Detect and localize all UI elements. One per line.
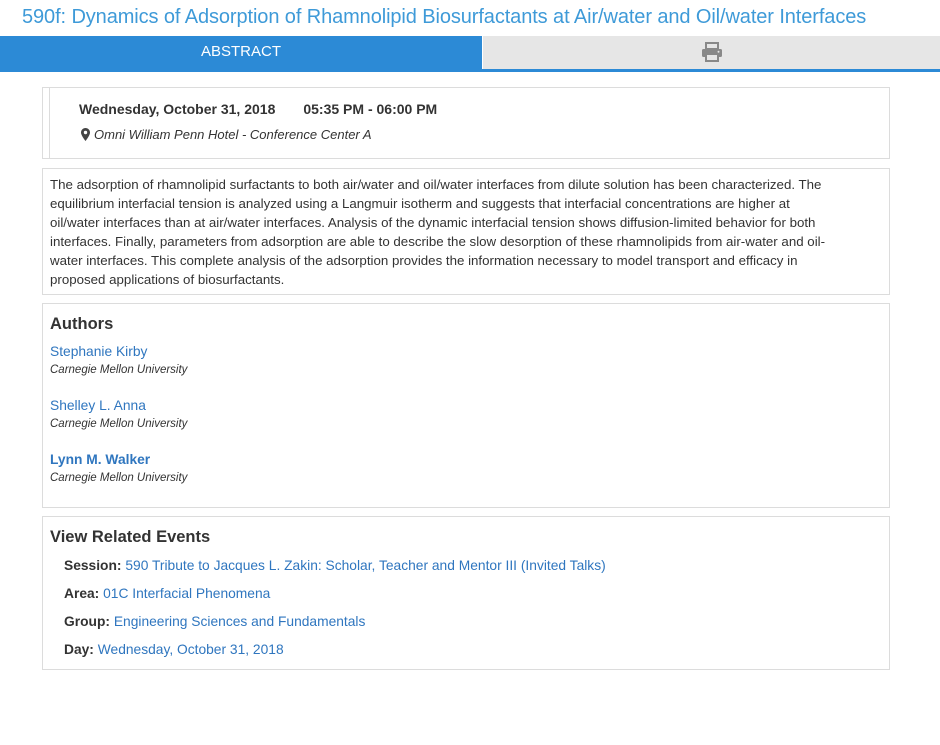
abstract-line: proposed applications of biosurfactants. (50, 272, 285, 287)
related-area-row: Area: 01C Interfacial Phenomena (64, 586, 270, 601)
tab-bar: ABSTRACT (0, 36, 940, 72)
abstract-line: water interfaces. This complete analysis… (50, 253, 798, 268)
tab-abstract[interactable]: ABSTRACT (0, 36, 482, 69)
tab-print[interactable] (483, 36, 940, 69)
session-link[interactable]: 590 Tribute to Jacques L. Zakin: Scholar… (125, 558, 605, 573)
author-item: Stephanie Kirby Carnegie Mellon Universi… (50, 344, 187, 376)
related-events-heading: View Related Events (50, 528, 211, 546)
author-affiliation: Carnegie Mellon University (50, 418, 188, 430)
abstract-line: equilibrium interfacial tension is analy… (50, 196, 790, 211)
abstract-line: oil/water interfaces than at air/water i… (50, 215, 816, 230)
printer-icon[interactable] (701, 42, 723, 62)
related-events-box: View Related Events Session: 590 Tribute… (42, 516, 890, 670)
author-affiliation: Carnegie Mellon University (50, 472, 188, 484)
author-name-link[interactable]: Stephanie Kirby (50, 344, 187, 359)
area-link[interactable]: 01C Interfacial Phenomena (103, 586, 270, 601)
authors-heading: Authors (50, 315, 114, 333)
event-datetime: Wednesday, October 31, 2018 05:35 PM - 06… (79, 101, 437, 117)
author-item: Lynn M. Walker Carnegie Mellon Universit… (50, 452, 187, 484)
day-link[interactable]: Wednesday, October 31, 2018 (98, 642, 284, 657)
related-session-row: Session: 590 Tribute to Jacques L. Zakin… (64, 558, 606, 573)
event-time: 05:35 PM - 06:00 PM (303, 101, 438, 117)
author-affiliation: Carnegie Mellon University (50, 364, 188, 376)
abstract-line: The adsorption of rhamnolipid surfactant… (50, 177, 822, 192)
author-name-link[interactable]: Shelley L. Anna (50, 398, 187, 413)
abstract-box: The adsorption of rhamnolipid surfactant… (42, 168, 890, 295)
location-text: Omni William Penn Hotel - Conference Cen… (94, 127, 372, 142)
event-location: Omni William Penn Hotel - Conference Cen… (81, 127, 372, 142)
event-date: Wednesday, October 31, 2018 (79, 101, 276, 117)
map-marker-icon (81, 128, 90, 141)
author-item: Shelley L. Anna Carnegie Mellon Universi… (50, 398, 187, 430)
group-link[interactable]: Engineering Sciences and Fundamentals (114, 614, 366, 629)
authors-box: Authors Stephanie Kirby Carnegie Mellon … (42, 303, 890, 508)
day-label: Day: (64, 642, 94, 657)
page-title: 590f: Dynamics of Adsorption of Rhamnoli… (22, 6, 867, 28)
abstract-line: interfaces. Finally, parameters from ads… (50, 234, 826, 249)
related-group-row: Group: Engineering Sciences and Fundamen… (64, 614, 365, 629)
abstract-text: The adsorption of rhamnolipid surfactant… (50, 175, 875, 289)
author-name-link[interactable]: Lynn M. Walker (50, 452, 187, 467)
related-day-row: Day: Wednesday, October 31, 2018 (64, 642, 284, 657)
event-info-box: Wednesday, October 31, 2018 05:35 PM - 06… (42, 87, 890, 159)
area-label: Area: (64, 586, 100, 601)
group-label: Group: (64, 614, 110, 629)
session-label: Session: (64, 558, 122, 573)
